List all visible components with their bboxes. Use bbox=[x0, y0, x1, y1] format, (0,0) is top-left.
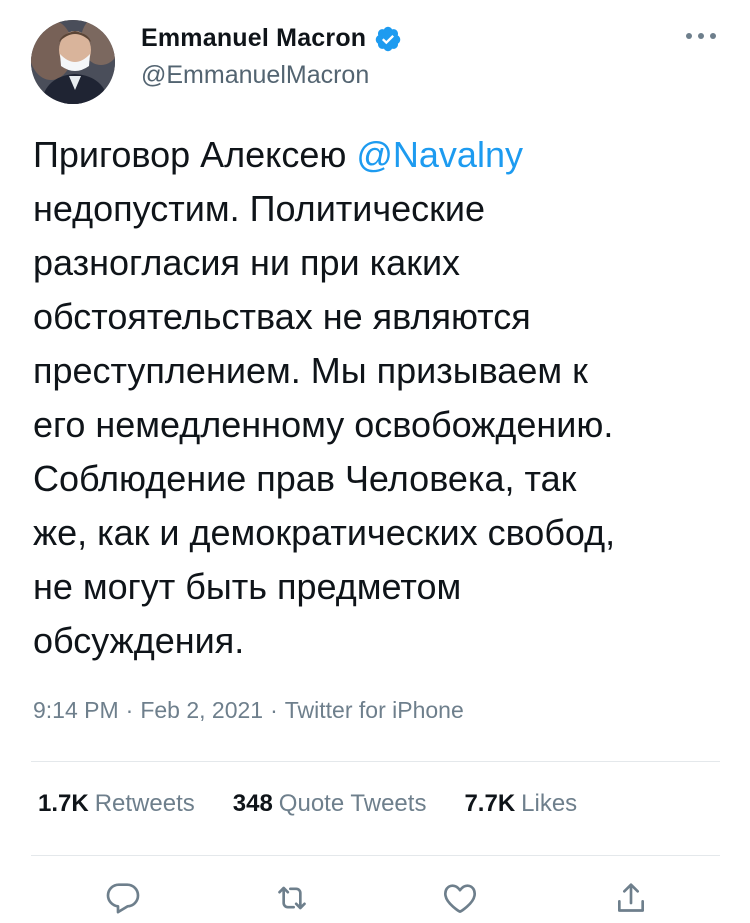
quotes-label: Quote Tweets bbox=[278, 790, 427, 817]
tweet-source[interactable]: Twitter for iPhone bbox=[285, 697, 464, 723]
author-display-name[interactable]: Emmanuel Macron bbox=[141, 24, 366, 53]
retweets-label: Retweets bbox=[94, 790, 195, 817]
avatar[interactable] bbox=[31, 20, 115, 104]
author-block: Emmanuel Macron @EmmanuelMacron bbox=[141, 24, 402, 90]
likes-count: 7.7K bbox=[464, 790, 516, 817]
tweet-header: Emmanuel Macron @EmmanuelMacron bbox=[31, 20, 721, 104]
more-horizontal-icon[interactable] bbox=[681, 24, 721, 48]
tweet-text-start: Приговор Алексею bbox=[33, 134, 357, 175]
tweet-text: Приговор Алексею @Navalny недопустим. По… bbox=[33, 128, 723, 668]
share-icon[interactable] bbox=[611, 878, 651, 918]
meta-separator: · bbox=[125, 697, 134, 723]
likes-stat[interactable]: 7.7K Likes bbox=[464, 790, 577, 818]
name-row: Emmanuel Macron bbox=[141, 24, 402, 53]
tweet-detail: Emmanuel Macron @EmmanuelMacron Приговор… bbox=[0, 0, 750, 921]
reply-bubble-icon[interactable] bbox=[103, 878, 143, 918]
author-handle[interactable]: @EmmanuelMacron bbox=[141, 61, 402, 90]
retweets-count: 1.7K bbox=[38, 790, 89, 817]
meta-separator: · bbox=[270, 697, 278, 723]
mention-link[interactable]: @Navalny bbox=[356, 134, 523, 175]
tweet-actions bbox=[0, 878, 750, 921]
tweet-text-rest: недопустим. Политические разногласия ни … bbox=[33, 188, 616, 661]
retweet-icon[interactable] bbox=[272, 878, 312, 918]
avatar-image bbox=[31, 20, 115, 104]
verified-badge-icon bbox=[374, 25, 402, 53]
quote-tweets-stat[interactable]: 348 Quote Tweets bbox=[233, 790, 427, 818]
divider bbox=[31, 761, 720, 762]
likes-label: Likes bbox=[521, 790, 578, 817]
tweet-meta: 9:14 PM · Feb 2, 2021 · Twitter for iPhone bbox=[33, 697, 464, 724]
tweet-time[interactable]: 9:14 PM bbox=[33, 697, 119, 723]
quotes-count: 348 bbox=[232, 790, 273, 817]
heart-icon[interactable] bbox=[440, 878, 480, 918]
retweets-stat[interactable]: 1.7K Retweets bbox=[38, 790, 195, 818]
tweet-stats: 1.7K Retweets 348 Quote Tweets 7.7K Likes bbox=[38, 790, 577, 818]
tweet-date[interactable]: Feb 2, 2021 bbox=[140, 697, 263, 723]
divider bbox=[31, 855, 720, 856]
